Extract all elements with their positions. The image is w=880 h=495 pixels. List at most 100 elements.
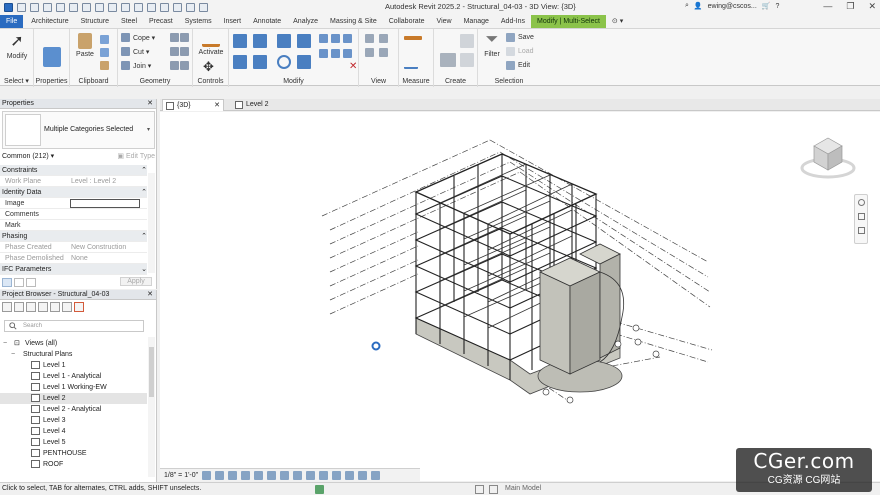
temporary-hide-icon[interactable] <box>306 470 316 480</box>
print-icon[interactable] <box>82 3 91 12</box>
lock-view-icon[interactable] <box>267 470 277 480</box>
paste-button[interactable]: Paste <box>74 33 96 58</box>
zoom-region-icon[interactable] <box>858 227 865 234</box>
align-icon[interactable] <box>233 34 247 48</box>
open-icon[interactable] <box>17 3 26 12</box>
delete-icon[interactable]: ✕ <box>349 61 357 72</box>
copy-icon[interactable] <box>100 48 109 57</box>
dimension-tool-icon[interactable] <box>404 55 418 69</box>
sort-alpha-icon[interactable] <box>26 277 36 287</box>
render-icon[interactable] <box>254 470 264 480</box>
ribbon-toggle-icon[interactable]: ⊙ ▾ <box>606 15 629 28</box>
worksets-icon[interactable] <box>315 485 324 494</box>
tag-icon[interactable] <box>121 3 130 12</box>
tree-item[interactable]: Level 2 - Analytical <box>0 404 147 415</box>
cut-geometry-button[interactable]: Cut ▾ <box>121 47 149 56</box>
model-canvas[interactable] <box>160 112 880 481</box>
mirror-draw-icon[interactable] <box>297 34 311 48</box>
tab-massing-site[interactable]: Massing & Site <box>324 15 383 28</box>
collapse-icon[interactable]: ⌃ <box>141 165 147 175</box>
user-name[interactable]: ewing@cscos... <box>708 3 757 10</box>
redo-icon[interactable] <box>69 3 78 12</box>
viewcube-icon[interactable] <box>800 134 856 184</box>
visual-style-icon[interactable] <box>215 470 225 480</box>
search-icon[interactable]: ⌕ <box>685 2 689 10</box>
search-input[interactable]: Search <box>4 320 144 332</box>
cut-icon[interactable] <box>100 35 109 44</box>
properties-help-icon[interactable] <box>2 277 12 287</box>
show-crop-icon[interactable] <box>293 470 303 480</box>
dimension-icon[interactable] <box>108 3 117 12</box>
tree-item[interactable]: Level 1 - Analytical <box>0 371 147 382</box>
edit-type-button[interactable]: ▣ Edit Type <box>117 152 155 160</box>
edit-selection-button[interactable]: Edit <box>506 61 530 70</box>
copy-element-icon[interactable] <box>253 55 267 69</box>
split-icon[interactable] <box>319 34 328 43</box>
revit-logo-icon[interactable] <box>4 3 13 12</box>
properties-button[interactable] <box>41 47 63 69</box>
browser-scrollbar[interactable] <box>148 337 155 477</box>
image-field[interactable] <box>70 199 140 208</box>
shadows-icon[interactable] <box>241 470 251 480</box>
offset-icon[interactable] <box>253 34 267 48</box>
tab-systems[interactable]: Systems <box>179 15 218 28</box>
switch-windows-icon[interactable] <box>199 3 208 12</box>
scale-icon[interactable] <box>343 49 352 58</box>
zoom-icon[interactable] <box>858 213 865 220</box>
detail-level-icon[interactable] <box>202 470 212 480</box>
tab-annotate[interactable]: Annotate <box>247 15 287 28</box>
tree-item[interactable]: Level 1 <box>0 360 147 371</box>
chevron-down-icon[interactable]: ▾ <box>147 126 150 133</box>
tree-item-selected[interactable]: Level 2 <box>0 393 147 404</box>
beam-join-icon[interactable] <box>170 61 179 70</box>
reveal-constraints-icon[interactable] <box>371 470 381 480</box>
viewcube[interactable] <box>800 134 856 184</box>
tree-item[interactable]: − ⊡ Views (all) <box>0 338 147 349</box>
activate-button[interactable]: Activate <box>195 33 227 56</box>
tree-item[interactable]: Level 5 <box>0 437 147 448</box>
create-part-icon[interactable] <box>440 53 456 67</box>
filter-button[interactable]: ⏷ Filter <box>480 31 504 58</box>
sun-path-icon[interactable] <box>228 470 238 480</box>
similar-icon[interactable] <box>460 53 474 67</box>
browser-view-icon[interactable] <box>38 302 48 312</box>
crop-view-icon[interactable] <box>280 470 290 480</box>
trim-extend-icon[interactable] <box>297 55 311 69</box>
tab-structure[interactable]: Structure <box>75 15 115 28</box>
active-model[interactable]: Main Model <box>505 485 541 492</box>
sort-icon[interactable] <box>14 277 24 287</box>
move-element-icon[interactable] <box>233 55 247 69</box>
close-browser-icon[interactable]: ✕ <box>147 290 156 299</box>
section-icon[interactable] <box>160 3 169 12</box>
tab-precast[interactable]: Precast <box>143 15 179 28</box>
cart-icon[interactable]: 🛒 <box>762 2 771 10</box>
tree-item[interactable]: − Structural Plans <box>0 349 147 360</box>
property-comments[interactable]: Comments <box>0 209 147 220</box>
category-identity-data[interactable]: Identity Data ⌃ <box>0 187 147 198</box>
load-selection-button[interactable]: Load <box>506 47 534 56</box>
cope-button[interactable]: Cope ▾ <box>121 33 155 42</box>
split-gap-icon[interactable] <box>331 34 340 43</box>
design-options-icon[interactable] <box>475 485 484 494</box>
view-tab-level-2[interactable]: Level 2 <box>232 99 312 111</box>
tab-analyze[interactable]: Analyze <box>287 15 324 28</box>
tab-architecture[interactable]: Architecture <box>25 15 74 28</box>
mirror-axis-icon[interactable] <box>277 34 291 48</box>
tab-view[interactable]: View <box>431 15 458 28</box>
reveal-hidden-icon[interactable] <box>319 470 329 480</box>
thin-lines-icon[interactable] <box>173 3 182 12</box>
tree-item[interactable]: ROOF <box>0 459 147 470</box>
tab-modify-multi-select[interactable]: Modify | Multi-Select <box>531 15 606 28</box>
tools-icon[interactable] <box>180 61 189 70</box>
tree-item[interactable]: PENTHOUSE <box>0 448 147 459</box>
close-tab-icon[interactable]: ✕ <box>214 100 220 112</box>
apply-button[interactable]: Apply <box>120 277 152 286</box>
save-selection-button[interactable]: Save <box>506 33 534 42</box>
wall-joins-icon[interactable] <box>180 33 189 42</box>
tab-add-ins[interactable]: Add-Ins <box>495 15 531 28</box>
category-constraints[interactable]: Constraints ⌃ <box>0 165 147 176</box>
measure-between-icon[interactable] <box>404 36 422 40</box>
browser-help-icon[interactable] <box>2 302 12 312</box>
view-scale[interactable]: 1/8" = 1'-0" <box>164 472 198 479</box>
match-type-icon[interactable] <box>100 61 109 70</box>
